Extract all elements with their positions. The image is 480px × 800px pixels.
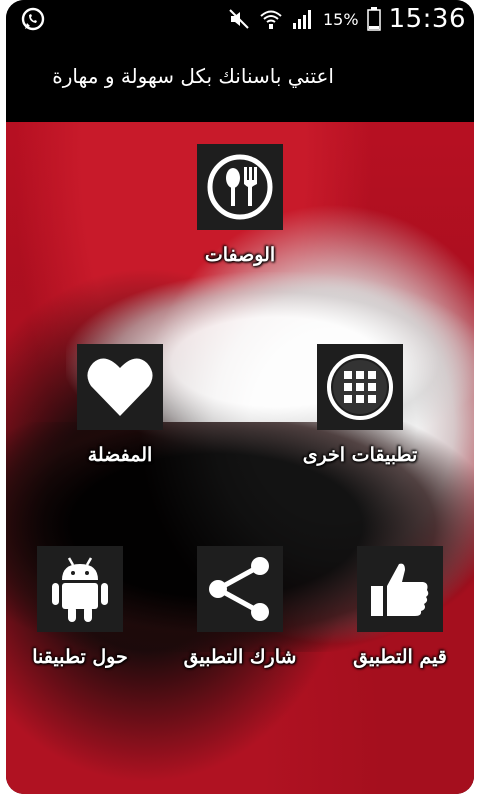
- fork-spoon-icon: [207, 154, 273, 220]
- menu-item-favorites[interactable]: المفضلة: [40, 344, 200, 466]
- about-label: حول تطبيقنا: [32, 646, 128, 668]
- menu-item-rate[interactable]: قيم التطبيق: [320, 546, 474, 668]
- clock: 15:36: [388, 4, 466, 34]
- android-icon: [52, 557, 108, 622]
- mute-icon: [229, 9, 249, 29]
- wifi-icon: [260, 10, 282, 29]
- other-apps-label: تطبيقات اخرى: [302, 444, 418, 466]
- menu-item-about[interactable]: حول تطبيقنا: [6, 546, 160, 668]
- phone-screen: 15% 15:36 اعتني باسنانك بكل سهولة و مهار…: [6, 0, 474, 794]
- share-icon: [209, 557, 269, 621]
- share-label: شارك التطبيق: [183, 646, 297, 668]
- menu-item-other-apps[interactable]: تطبيقات اخرى: [280, 344, 440, 466]
- other-apps-button[interactable]: [317, 344, 403, 430]
- status-bar: 15% 15:36: [6, 0, 474, 38]
- page-title: اعتني باسنانك بكل سهولة و مهارة: [52, 64, 334, 88]
- rate-label: قيم التطبيق: [353, 646, 447, 668]
- favorites-button[interactable]: [77, 344, 163, 430]
- heart-icon: [87, 358, 153, 416]
- signal-icon: [293, 10, 311, 29]
- battery-icon: [366, 7, 381, 31]
- rate-button[interactable]: [357, 546, 443, 632]
- about-button[interactable]: [37, 546, 123, 632]
- favorites-label: المفضلة: [87, 444, 153, 466]
- recipes-label: الوصفات: [204, 244, 276, 266]
- menu-item-recipes[interactable]: الوصفات: [160, 144, 320, 266]
- whatsapp-icon: [21, 7, 45, 31]
- thumbs-up-icon: [371, 563, 429, 616]
- menu-panel: الوصفات المفضلة تطبيقات اخرى حول تطبيقنا…: [6, 122, 474, 794]
- apps-grid-icon: [327, 354, 393, 420]
- battery-percent: 15%: [323, 9, 359, 29]
- recipes-button[interactable]: [197, 144, 283, 230]
- menu-item-share[interactable]: شارك التطبيق: [160, 546, 320, 668]
- share-button[interactable]: [197, 546, 283, 632]
- action-bar: اعتني باسنانك بكل سهولة و مهارة: [6, 38, 474, 122]
